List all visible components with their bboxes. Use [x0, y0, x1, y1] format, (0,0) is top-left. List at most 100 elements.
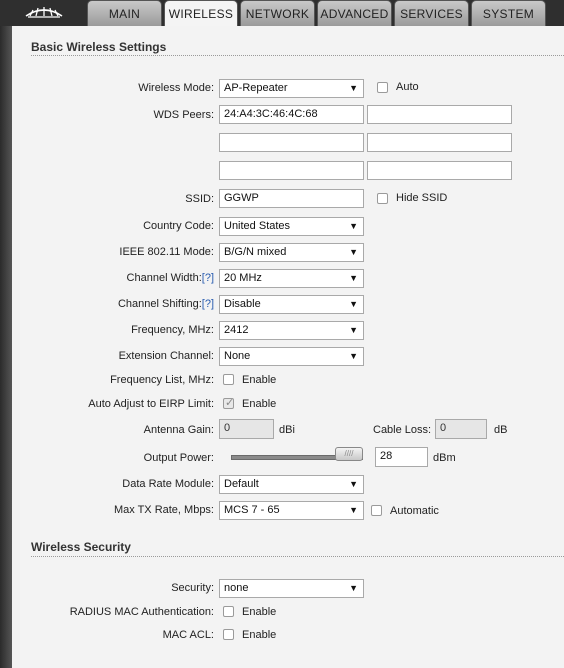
chevron-down-icon: ▼	[349, 583, 358, 593]
max-tx-rate-select[interactable]: MCS 7 - 65 ▼	[219, 501, 364, 520]
tab-network[interactable]: NETWORK	[240, 0, 315, 26]
auto-eirp-enable-label: Enable	[242, 398, 277, 410]
country-code-value: United States	[224, 220, 291, 232]
chevron-down-icon: ▼	[349, 351, 358, 361]
ieee-mode-select[interactable]: B/G/N mixed ▼	[219, 243, 364, 262]
channel-shifting-select[interactable]: Disable ▼	[219, 295, 364, 314]
extension-channel-label: Extension Channel:	[118, 350, 214, 362]
mac-acl-enable-label: Enable	[242, 629, 277, 641]
output-power-label: Output Power:	[143, 452, 214, 464]
output-power-unit: dBm	[433, 452, 456, 464]
frequency-select[interactable]: 2412 ▼	[219, 321, 364, 340]
frequency-list-enable-label: Enable	[242, 374, 277, 386]
chevron-down-icon: ▼	[349, 479, 358, 489]
tab-label: NETWORK	[245, 6, 310, 21]
tab-main[interactable]: MAIN	[87, 0, 162, 26]
auto-eirp-checkbox[interactable]	[223, 396, 234, 409]
channel-shifting-label: Channel Shifting:[?]	[118, 298, 214, 310]
settings-panel: Basic Wireless Settings Wireless Mode: A…	[12, 26, 564, 668]
tab-label: WIRELESS	[168, 7, 234, 21]
wds-peer-field-2[interactable]	[367, 105, 512, 124]
channel-shifting-value: Disable	[224, 298, 261, 310]
data-rate-module-label: Data Rate Module:	[122, 478, 214, 490]
frequency-value: 2412	[224, 324, 249, 336]
divider	[31, 55, 564, 56]
tab-services[interactable]: SERVICES	[394, 0, 469, 26]
top-navigation: MAIN WIRELESS NETWORK ADVANCED SERVICES …	[0, 0, 564, 27]
divider	[31, 556, 564, 557]
section-title-basic: Basic Wireless Settings	[31, 40, 167, 54]
extension-channel-select[interactable]: None ▼	[219, 347, 364, 366]
antenna-gain-label: Antenna Gain:	[143, 424, 214, 436]
max-tx-rate-value: MCS 7 - 65	[224, 504, 280, 516]
radius-mac-label: RADIUS MAC Authentication:	[69, 606, 214, 618]
wds-peer-field-1[interactable]: 24:A4:3C:46:4C:68	[219, 105, 364, 124]
auto-label: Auto	[396, 81, 419, 93]
chevron-down-icon: ▼	[349, 247, 358, 257]
security-value: none	[224, 582, 249, 594]
chevron-down-icon: ▼	[349, 299, 358, 309]
wds-peer-field-6[interactable]	[367, 161, 512, 180]
security-label: Security:	[171, 582, 214, 594]
ssid-input[interactable]: GGWP	[219, 189, 364, 208]
max-tx-rate-label: Max TX Rate, Mbps:	[113, 504, 214, 516]
chevron-down-icon: ▼	[349, 83, 358, 93]
mac-acl-label: MAC ACL:	[162, 629, 214, 641]
antenna-gain-unit: dBi	[279, 424, 295, 436]
output-power-input[interactable]: 28	[375, 447, 428, 467]
radius-mac-checkbox[interactable]	[223, 606, 234, 617]
wds-peers-label: WDS Peers:	[153, 109, 214, 121]
channel-width-help-link[interactable]: [?]	[202, 272, 214, 284]
ssid-label: SSID:	[185, 193, 214, 205]
tab-system[interactable]: SYSTEM	[471, 0, 546, 26]
chevron-down-icon: ▼	[349, 505, 358, 515]
frequency-list-label: Frequency List, MHz:	[110, 374, 214, 386]
automatic-checkbox[interactable]	[371, 505, 382, 516]
antenna-gain-input[interactable]: 0	[219, 419, 274, 439]
extension-channel-value: None	[224, 350, 251, 362]
channel-width-label: Channel Width:[?]	[127, 272, 214, 284]
data-rate-module-value: Default	[224, 478, 259, 490]
chevron-down-icon: ▼	[349, 273, 358, 283]
tab-label: SERVICES	[400, 6, 463, 21]
country-code-select[interactable]: United States ▼	[219, 217, 364, 236]
ieee-mode-label: IEEE 802.11 Mode:	[119, 246, 214, 258]
auto-checkbox[interactable]	[377, 82, 388, 93]
wireless-mode-label: Wireless Mode:	[138, 82, 214, 94]
section-title-security: Wireless Security	[31, 540, 131, 554]
channel-width-text: Channel Width:	[126, 272, 202, 284]
channel-width-select[interactable]: 20 MHz ▼	[219, 269, 364, 288]
wds-peer-field-4[interactable]	[367, 133, 512, 152]
cable-loss-input[interactable]: 0	[435, 419, 487, 439]
tab-label: ADVANCED	[320, 6, 389, 21]
frequency-list-checkbox[interactable]	[223, 374, 234, 385]
hide-ssid-label: Hide SSID	[396, 192, 448, 204]
tab-wireless[interactable]: WIRELESS	[164, 0, 238, 27]
ubiquiti-logo-icon[interactable]	[24, 4, 64, 20]
chevron-down-icon: ▼	[349, 325, 358, 335]
cable-loss-label: Cable Loss:	[373, 424, 432, 436]
output-power-slider-handle[interactable]: ////	[335, 447, 363, 461]
country-code-label: Country Code:	[143, 220, 214, 232]
tab-advanced[interactable]: ADVANCED	[317, 0, 392, 26]
automatic-label: Automatic	[390, 505, 439, 517]
data-rate-module-select[interactable]: Default ▼	[219, 475, 364, 494]
wds-peer-field-5[interactable]	[219, 161, 364, 180]
cable-loss-unit: dB	[494, 424, 508, 436]
security-select[interactable]: none ▼	[219, 579, 364, 598]
tab-label: SYSTEM	[482, 6, 535, 21]
wireless-mode-value: AP-Repeater	[224, 82, 288, 94]
wds-peer-field-3[interactable]	[219, 133, 364, 152]
channel-width-value: 20 MHz	[224, 272, 262, 284]
frame-edge	[0, 26, 12, 668]
channel-shifting-text: Channel Shifting:	[117, 298, 202, 310]
chevron-down-icon: ▼	[349, 221, 358, 231]
tab-label: MAIN	[108, 6, 141, 21]
hide-ssid-checkbox[interactable]	[377, 193, 388, 204]
ieee-mode-value: B/G/N mixed	[224, 246, 287, 258]
radius-mac-enable-label: Enable	[242, 606, 277, 618]
auto-eirp-label: Auto Adjust to EIRP Limit:	[88, 398, 214, 410]
wireless-mode-select[interactable]: AP-Repeater ▼	[219, 79, 364, 98]
mac-acl-checkbox[interactable]	[223, 629, 234, 640]
channel-shifting-help-link[interactable]: [?]	[202, 298, 214, 310]
